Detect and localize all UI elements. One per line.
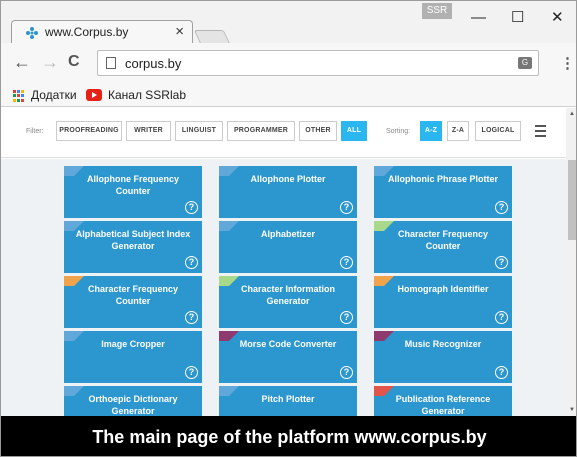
close-window-button[interactable]: ✕ [551,10,564,25]
sort-z-a[interactable]: Z-A [447,121,469,141]
tile-title: Allophone Plotter [250,174,326,184]
youtube-icon [86,89,102,101]
maximize-button[interactable]: ☐ [511,10,524,25]
help-icon[interactable]: ? [495,201,508,214]
help-icon[interactable]: ? [185,311,198,324]
tile-title: Allophone Frequency Counter [86,174,179,196]
help-icon[interactable]: ? [495,256,508,269]
navigation-toolbar: ← → C corpus.by G ⋮ [1,43,576,83]
forward-button[interactable]: → [41,52,59,73]
title-bar: www.Corpus.by × SSR — ☐ ✕ [1,1,576,44]
address-bar[interactable]: corpus.by G [97,50,539,76]
filter-proofreading[interactable]: PROOFREADING [56,121,122,141]
tab-close-icon[interactable]: × [175,23,184,40]
tool-tile[interactable]: Image Cropper? [64,331,202,383]
tool-tile[interactable]: Morse Code Converter? [219,331,357,383]
sort-logical[interactable]: LOGICAL [475,121,521,141]
tile-title: Character Frequency Counter [397,229,489,251]
tab-title: www.Corpus.by [45,25,129,39]
filter-writer[interactable]: WRITER [126,121,171,141]
bookmarks-bar: Додатки Канал SSRlab [1,83,576,107]
tool-tile[interactable]: Allophonic Phrase Plotter? [374,166,512,218]
filter-label: Filter: [26,128,44,135]
tile-title: Allophonic Phrase Plotter [387,174,499,184]
sorting-label: Sorting: [386,128,411,135]
browser-menu-icon[interactable]: ⋮ [560,54,575,72]
apps-grid-icon[interactable] [13,90,25,102]
tool-tile[interactable]: Allophone Frequency Counter? [64,166,202,218]
help-icon[interactable]: ? [185,256,198,269]
url-text[interactable]: corpus.by [125,56,181,71]
tile-title: Music Recognizer [404,339,482,349]
tool-tile[interactable]: Publication Reference Generator? [374,386,512,416]
reload-button[interactable]: C [68,53,80,71]
tool-tile[interactable]: Homograph Identifier? [374,276,512,328]
scroll-up-icon[interactable]: ▲ [569,111,575,117]
tile-title: Alphabetical Subject Index Generator [75,229,191,251]
tile-title: Homograph Identifier [397,284,489,294]
help-icon[interactable]: ? [185,201,198,214]
help-icon[interactable]: ? [340,311,353,324]
filter-bar: Filter: PROOFREADING WRITER LINGUIST PRO… [1,108,566,158]
tile-title: Character Frequency Counter [87,284,179,306]
help-icon[interactable]: ? [340,201,353,214]
sort-a-z[interactable]: A-Z [420,121,442,141]
browser-tab[interactable]: www.Corpus.by × [11,20,193,44]
tool-tile[interactable]: Alphabetical Subject Index Generator? [64,221,202,273]
help-icon[interactable]: ? [495,311,508,324]
minimize-button[interactable]: — [471,10,486,25]
page-scrollbar[interactable]: ▲ ▼ [566,108,576,416]
filter-programmer[interactable]: PROGRAMMER [227,121,295,141]
help-icon[interactable]: ? [185,366,198,379]
tool-tile[interactable]: Character Information Generator? [219,276,357,328]
bookmark-apps[interactable]: Додатки [31,88,77,102]
scroll-down-icon[interactable]: ▼ [569,407,575,413]
hamburger-menu-icon[interactable] [535,125,546,140]
tile-title: Publication Reference Generator [395,394,491,416]
scrollbar-thumb[interactable] [568,160,576,240]
tool-tile[interactable]: Pitch Plotter? [219,386,357,416]
tile-title: Morse Code Converter [239,339,337,349]
help-icon[interactable]: ? [340,256,353,269]
help-icon[interactable]: ? [495,366,508,379]
help-icon[interactable]: ? [340,366,353,379]
tile-title: Character Information Generator [240,284,336,306]
tool-tile[interactable]: Character Frequency Counter? [64,276,202,328]
site-favicon-icon [26,27,38,39]
filter-all[interactable]: ALL [341,121,367,141]
bookmark-channel[interactable]: Канал SSRlab [108,88,186,102]
translate-icon[interactable]: G [518,57,532,69]
tool-tile[interactable]: Allophone Plotter? [219,166,357,218]
tile-title: Image Cropper [101,339,165,349]
page-icon [106,57,116,69]
tool-tile[interactable]: Music Recognizer? [374,331,512,383]
back-button[interactable]: ← [13,52,31,73]
browser-window: www.Corpus.by × SSR — ☐ ✕ ← → C corpus.b… [0,0,577,457]
tile-title: Alphabetizer [260,229,315,239]
filter-linguist[interactable]: LINGUIST [175,121,223,141]
profile-badge[interactable]: SSR [422,3,452,19]
tools-grid: Allophone Frequency Counter? Allophone Pl… [1,159,566,416]
tile-title: Pitch Plotter [261,394,315,404]
image-caption: The main page of the platform www.corpus… [1,416,576,456]
tool-tile[interactable]: Orthoepic Dictionary Generator? [64,386,202,416]
tile-title: Orthoepic Dictionary Generator [88,394,178,416]
tool-tile[interactable]: Character Frequency Counter? [374,221,512,273]
new-tab-button[interactable] [193,30,231,44]
filter-other[interactable]: OTHER [299,121,337,141]
tool-tile[interactable]: Alphabetizer? [219,221,357,273]
